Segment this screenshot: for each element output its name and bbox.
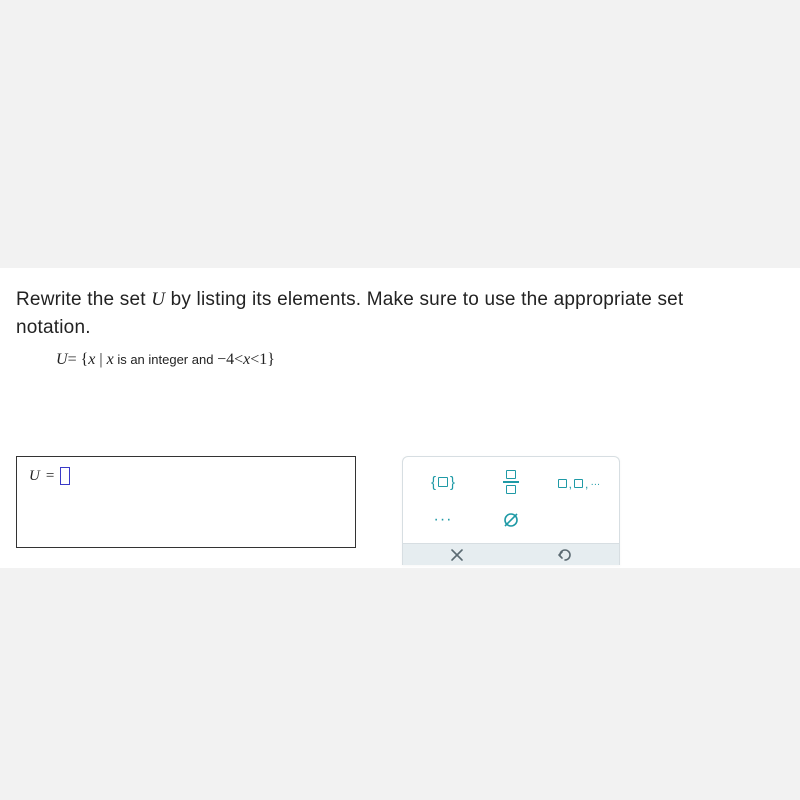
palette-sequence-button[interactable]: ,,…	[549, 467, 609, 497]
prompt-variable: U	[151, 289, 165, 310]
set-def-bar: |	[95, 351, 106, 368]
question-prompt: Rewrite the set U by listing its element…	[16, 286, 784, 341]
palette-empty-set-button[interactable]	[481, 505, 541, 535]
palette-fraction-button[interactable]	[481, 467, 541, 497]
palette-clear-button[interactable]	[414, 544, 500, 565]
close-icon	[450, 548, 464, 562]
fraction-icon	[503, 470, 519, 494]
undo-icon	[557, 548, 573, 562]
palette-set-braces-button[interactable]: {}	[413, 467, 473, 497]
question-panel: Rewrite the set U by listing its element…	[0, 268, 800, 568]
palette-footer	[403, 543, 619, 565]
set-definition: U= {x | x is an integer and −4<x<1}	[56, 351, 784, 369]
set-def-lo: −4	[217, 351, 234, 368]
symbol-palette: {} ,,… ···	[402, 456, 620, 565]
set-def-U: U	[56, 351, 68, 368]
palette-undo-button[interactable]	[522, 544, 608, 565]
answer-lhs: U	[29, 468, 40, 485]
answer-box[interactable]: U =	[16, 456, 356, 548]
answer-input-slot[interactable]	[60, 467, 70, 485]
set-braces-icon: {}	[431, 474, 455, 491]
set-def-eq: =	[68, 351, 77, 368]
work-row: U = {} ,,…	[16, 456, 620, 565]
lower-mask	[0, 568, 800, 800]
prompt-text: by listing its elements. Make sure to us…	[165, 289, 683, 310]
set-def-lt: <	[234, 351, 243, 368]
palette-grid: {} ,,… ···	[413, 467, 609, 535]
set-def-text: is an integer and	[114, 352, 217, 367]
prompt-text: notation.	[16, 317, 91, 338]
set-def-x: x	[107, 351, 114, 368]
set-def-lt: <	[250, 351, 259, 368]
empty-set-icon	[502, 511, 520, 529]
sequence-icon: ,,…	[558, 476, 601, 488]
prompt-text: Rewrite the set	[16, 289, 151, 310]
palette-ellipsis-button[interactable]: ···	[413, 505, 473, 535]
answer-expression: U =	[29, 467, 343, 485]
answer-eq: =	[46, 468, 54, 485]
ellipsis-icon: ···	[434, 511, 453, 529]
palette-spacer	[549, 505, 609, 535]
set-def-rbrace: }	[267, 351, 275, 368]
